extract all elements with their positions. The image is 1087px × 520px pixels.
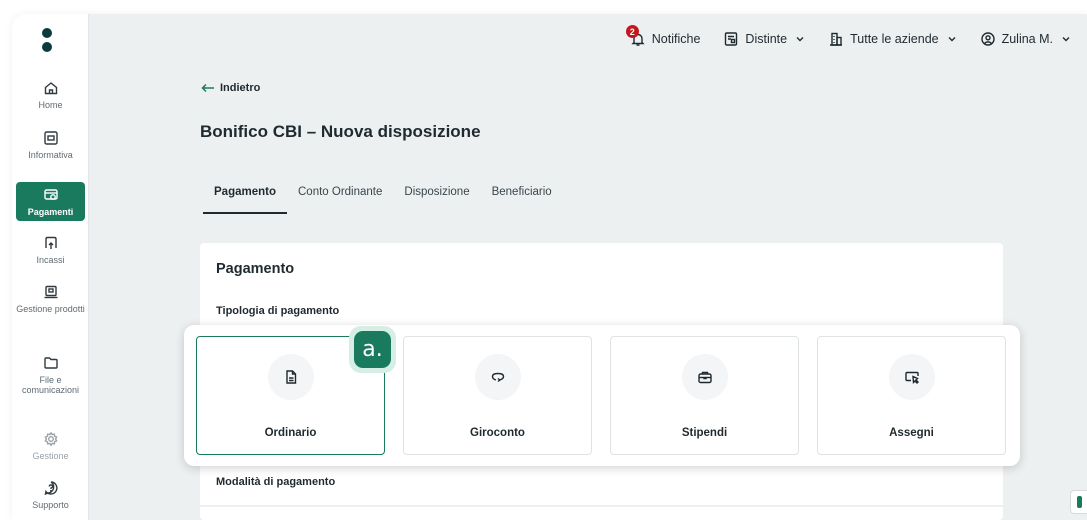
tab-beneficiario[interactable]: Beneficiario xyxy=(492,186,552,214)
logo xyxy=(42,28,52,56)
notifications-label: Notifiche xyxy=(651,32,701,46)
payments-icon xyxy=(43,189,58,200)
distinte-dropdown[interactable]: Distinte xyxy=(723,31,805,47)
folder-icon xyxy=(43,357,58,369)
sidebar-item-label: Gestione xyxy=(32,451,69,461)
company-label: Tutte le aziende xyxy=(850,32,939,46)
products-icon xyxy=(44,285,57,299)
divider xyxy=(200,505,1003,507)
collection-icon xyxy=(44,236,57,249)
payment-mode-heading: Modalità di pagamento xyxy=(216,476,336,488)
user-label: Zulina M. xyxy=(1001,32,1053,46)
sidebar-item-gestione[interactable]: Gestione xyxy=(16,431,85,461)
page-title: Bonifico CBI – Nuova disposizione xyxy=(200,122,481,141)
user-menu[interactable]: Zulina M. xyxy=(980,31,1071,47)
gear-icon xyxy=(43,431,58,447)
payment-type-heading: Tipologia di pagamento xyxy=(216,305,340,317)
briefcase-icon xyxy=(697,371,712,384)
option-giroconto[interactable]: Giroconto xyxy=(403,336,592,455)
tab-disposizione[interactable]: Disposizione xyxy=(404,186,469,214)
sidebar-item-home[interactable]: Home xyxy=(16,80,85,110)
building-icon xyxy=(830,32,843,46)
sidebar-item-label: Supporto xyxy=(32,500,69,510)
chevron-down-icon xyxy=(1062,37,1070,42)
report-icon xyxy=(43,131,58,145)
home-icon xyxy=(44,82,57,95)
top-bar: 2 Notifiche Distinte Tutte le aziende Zu… xyxy=(625,25,1087,50)
tab-bar: Pagamento Conto Ordinante Disposizione B… xyxy=(203,186,574,214)
sidebar-item-label: File e comunicazioni xyxy=(21,375,80,395)
step-marker: a. xyxy=(349,326,396,373)
step-marker-label: a. xyxy=(354,331,391,368)
sidebar-item-pagamenti[interactable]: Pagamenti xyxy=(16,182,85,221)
document-list-icon xyxy=(725,32,738,46)
option-label: Ordinario xyxy=(264,427,317,439)
notifications-badge: 2 xyxy=(625,25,639,38)
sidebar-item-label: Home xyxy=(38,100,63,110)
user-avatar-icon xyxy=(980,32,995,46)
sidebar: Home Informativa Pagamenti Incassi Gesti… xyxy=(12,14,89,520)
sidebar-item-supporto[interactable]: Supporto xyxy=(16,480,85,510)
document-icon xyxy=(285,370,296,384)
tab-pagamento[interactable]: Pagamento xyxy=(203,186,287,214)
distinte-label: Distinte xyxy=(745,32,788,46)
sidebar-item-gestione-prodotti[interactable]: Gestione prodotti xyxy=(16,284,85,314)
sidebar-item-label: Gestione prodotti xyxy=(16,304,85,314)
option-assegni[interactable]: Assegni xyxy=(817,336,1006,455)
option-label: Giroconto xyxy=(470,427,525,439)
notifications-button[interactable]: 2 Notifiche xyxy=(625,25,701,47)
loop-arrow-icon xyxy=(491,372,504,383)
chevron-down-icon xyxy=(948,37,956,42)
option-label: Assegni xyxy=(889,427,934,439)
support-icon xyxy=(44,481,58,496)
sidebar-item-label: Pagamenti xyxy=(27,207,74,217)
sidebar-item-informativa[interactable]: Informativa xyxy=(16,130,85,160)
card-title: Pagamento xyxy=(216,261,295,277)
sidebar-item-label: Incassi xyxy=(36,255,65,265)
help-widget-button[interactable] xyxy=(1070,490,1087,514)
sidebar-item-label: Informativa xyxy=(28,150,73,160)
back-label: Indietro xyxy=(220,82,261,94)
option-label: Stipendi xyxy=(681,427,728,439)
sidebar-item-incassi[interactable]: Incassi xyxy=(16,235,85,265)
cheque-icon xyxy=(904,371,919,385)
back-link[interactable]: Indietro xyxy=(201,82,260,94)
payment-type-options: Ordinario Giroconto Stipendi Assegni xyxy=(184,325,1020,466)
arrow-left-icon xyxy=(201,83,214,93)
company-dropdown[interactable]: Tutte le aziende xyxy=(828,31,956,47)
tab-conto-ordinante[interactable]: Conto Ordinante xyxy=(298,186,382,214)
sidebar-item-file-comunicazioni[interactable]: File e comunicazioni xyxy=(16,355,85,395)
info-icon xyxy=(1076,496,1082,508)
option-stipendi[interactable]: Stipendi xyxy=(610,336,799,455)
chevron-down-icon xyxy=(796,37,804,42)
